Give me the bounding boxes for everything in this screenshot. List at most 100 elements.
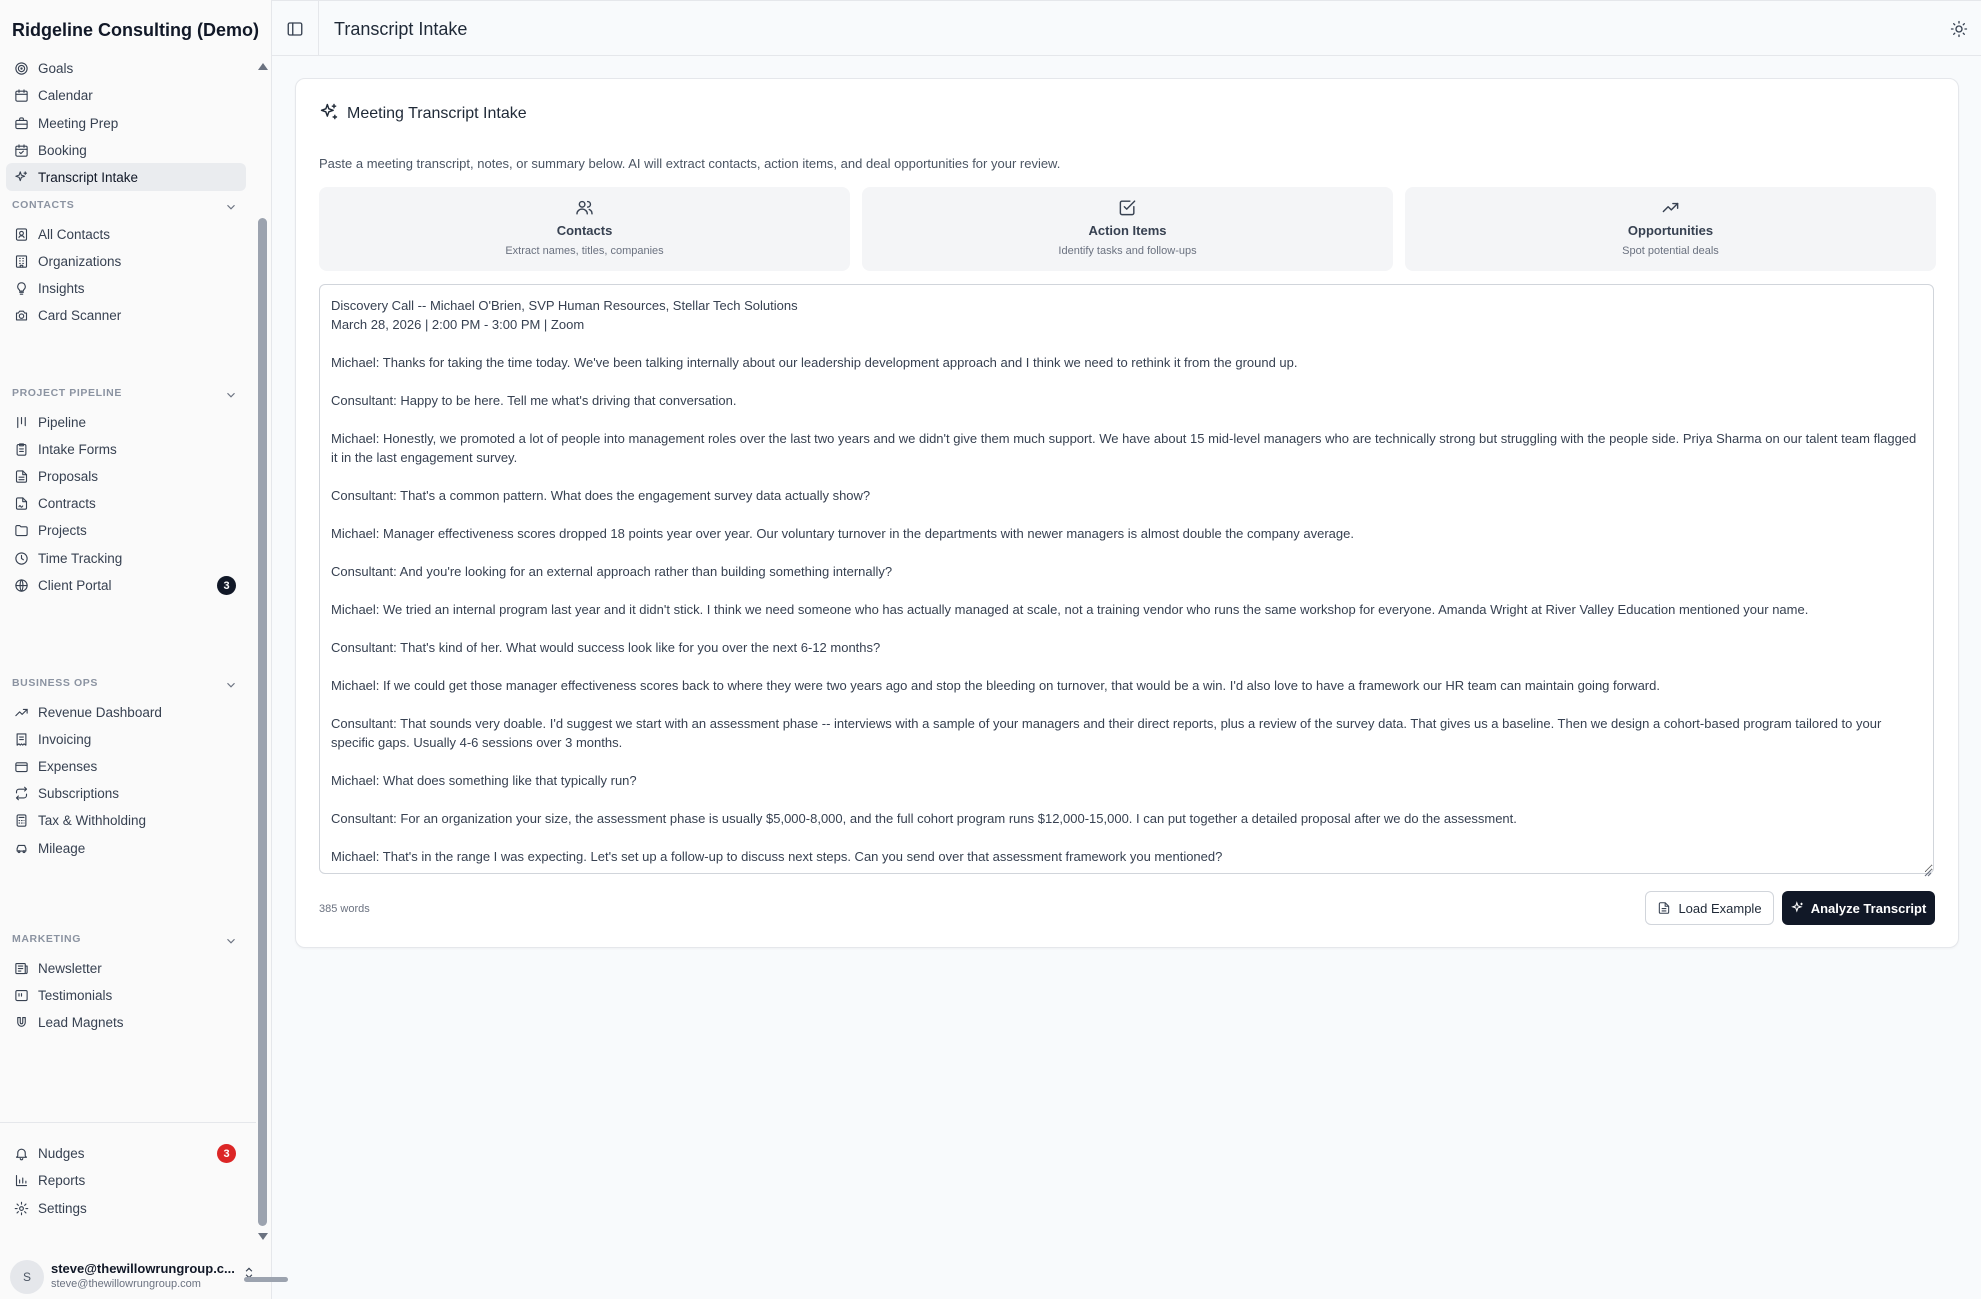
sidebar-scrollbar-thumb[interactable] — [258, 218, 267, 1226]
feature-title: Contacts — [556, 223, 613, 238]
calendar-check-icon — [13, 142, 29, 158]
sidebar-item-lead-magnets[interactable]: Lead Magnets — [6, 1008, 246, 1036]
sidebar-item-organizations[interactable]: Organizations — [6, 247, 246, 275]
sidebar-item-label: Calendar — [38, 87, 93, 103]
sidebar-item-meeting-prep[interactable]: Meeting Prep — [6, 109, 246, 137]
chevron-down-icon[interactable] — [224, 678, 238, 692]
briefcase-icon — [13, 115, 29, 131]
sidebar-item-nudges[interactable]: Nudges 3 — [6, 1139, 246, 1167]
feature-description: Extract names, titles, companies — [505, 245, 664, 257]
sidebar-item-label: Lead Magnets — [38, 1014, 124, 1030]
section-label: BUSINESS OPS — [12, 677, 98, 689]
sidebar-item-label: Pipeline — [38, 414, 87, 430]
chevron-down-icon[interactable] — [224, 388, 238, 402]
sidebar-item-label: Tax & Withholding — [38, 813, 147, 829]
file-text-icon — [1659, 902, 1670, 914]
word-count: 385 words — [319, 903, 370, 915]
sidebar-item-transcript-intake[interactable]: Transcript Intake — [6, 163, 246, 191]
sidebar-item-label: Insights — [38, 280, 85, 296]
sidebar-item-label: Proposals — [38, 468, 99, 484]
sidebar-item-label: Booking — [38, 142, 87, 158]
load-example-button[interactable]: Load Example — [1645, 891, 1774, 925]
sidebar-item-mileage[interactable]: Mileage — [6, 834, 246, 862]
sidebar-toggle-icon[interactable] — [286, 20, 304, 38]
feature-description: Spot potential deals — [1622, 245, 1719, 257]
globe-icon — [13, 577, 29, 593]
chevron-down-icon[interactable] — [224, 200, 238, 214]
sidebar-item-subscriptions[interactable]: Subscriptions — [6, 780, 246, 808]
sidebar-item-label: Organizations — [38, 253, 122, 269]
sidebar-item-label: Time Tracking — [38, 550, 123, 566]
section-label: MARKETING — [12, 933, 81, 945]
sidebar-item-reports[interactable]: Reports — [6, 1167, 246, 1195]
chevron-down-icon[interactable] — [224, 934, 238, 948]
sidebar-item-calendar[interactable]: Calendar — [6, 81, 246, 109]
sidebar-item-all-contacts[interactable]: All Contacts — [6, 220, 246, 248]
bar-chart-icon — [13, 1173, 29, 1189]
repeat-icon — [13, 786, 29, 802]
page-title: Transcript Intake — [334, 19, 468, 39]
kanban-icon — [13, 414, 29, 430]
transcript-textarea[interactable] — [319, 284, 1934, 874]
count-badge: 3 — [217, 1144, 236, 1163]
sidebar-item-intake-forms[interactable]: Intake Forms — [6, 435, 246, 463]
user-name: steve@thewillowrungroup.c... — [51, 1261, 235, 1276]
load-example-label: Load Example — [1678, 900, 1762, 916]
sidebar-item-projects[interactable]: Projects — [6, 517, 246, 545]
sidebar-item-label: All Contacts — [38, 226, 111, 242]
magnet-icon — [13, 1014, 29, 1030]
sidebar-item-settings[interactable]: Settings — [6, 1194, 246, 1222]
sidebar-item-label: Nudges — [38, 1145, 85, 1161]
scroll-up-arrow[interactable] — [258, 63, 268, 70]
users-icon — [319, 198, 850, 218]
sidebar-item-label: Testimonials — [38, 987, 113, 1003]
sparkles-icon — [13, 169, 29, 185]
sidebar-item-label: Client Portal — [38, 577, 112, 593]
sidebar-item-goals[interactable]: Goals — [6, 54, 246, 82]
building-icon — [13, 253, 29, 269]
horizontal-scrollbar[interactable] — [244, 1277, 288, 1282]
top-header: Transcript Intake — [272, 0, 1981, 56]
bell-icon — [13, 1145, 29, 1161]
sidebar-item-time-tracking[interactable]: Time Tracking — [6, 544, 246, 572]
camera-icon — [13, 308, 29, 324]
file-text-icon — [13, 468, 29, 484]
feature-action-items: Action Items Identify tasks and follow-u… — [862, 187, 1393, 271]
sidebar-item-tax-withholding[interactable]: Tax & Withholding — [6, 807, 246, 835]
sidebar-item-label: Card Scanner — [38, 308, 122, 324]
gear-icon — [13, 1200, 29, 1216]
sidebar-item-card-scanner[interactable]: Card Scanner — [6, 302, 246, 330]
feature-title: Action Items — [1088, 223, 1167, 238]
sidebar-item-contracts[interactable]: Contracts — [6, 490, 246, 518]
analyze-transcript-button[interactable]: Analyze Transcript — [1782, 891, 1935, 925]
calculator-icon — [13, 813, 29, 829]
sidebar-item-testimonials[interactable]: Testimonials — [6, 981, 246, 1009]
resize-handle-icon[interactable] — [1924, 864, 1932, 877]
count-badge: 3 — [217, 576, 236, 596]
sidebar-item-newsletter[interactable]: Newsletter — [6, 954, 246, 982]
user-menu[interactable]: S steve@thewillowrungroup.c... steve@the… — [10, 1260, 260, 1296]
quote-icon — [13, 987, 29, 1003]
sidebar-item-revenue-dashboard[interactable]: Revenue Dashboard — [6, 698, 246, 726]
sidebar-item-insights[interactable]: Insights — [6, 274, 246, 302]
sparkles-icon — [1790, 901, 1803, 913]
sidebar-item-client-portal[interactable]: Client Portal 3 — [6, 571, 246, 599]
sidebar-item-label: Revenue Dashboard — [38, 704, 162, 720]
brand-name: Ridgeline Consulting (Demo) — [12, 20, 259, 40]
scroll-down-arrow[interactable] — [258, 1233, 268, 1240]
trending-up-icon — [1405, 198, 1936, 218]
trending-up-icon — [13, 704, 29, 720]
feature-opportunities: Opportunities Spot potential deals — [1405, 187, 1936, 271]
sidebar-item-booking[interactable]: Booking — [6, 136, 246, 164]
card-header: Meeting Transcript Intake — [319, 102, 527, 125]
sun-icon[interactable] — [1950, 20, 1968, 38]
sidebar-item-invoicing[interactable]: Invoicing — [6, 725, 246, 753]
check-square-icon — [862, 198, 1393, 218]
analyze-transcript-label: Analyze Transcript — [1810, 900, 1927, 916]
sidebar-item-expenses[interactable]: Expenses — [6, 752, 246, 780]
clock-icon — [13, 550, 29, 566]
sidebar-item-label: Mileage — [38, 840, 86, 856]
sidebar: Ridgeline Consulting (Demo) Goals Calenda… — [0, 0, 288, 1299]
sidebar-item-proposals[interactable]: Proposals — [6, 462, 246, 490]
sidebar-item-pipeline[interactable]: Pipeline — [6, 408, 246, 436]
